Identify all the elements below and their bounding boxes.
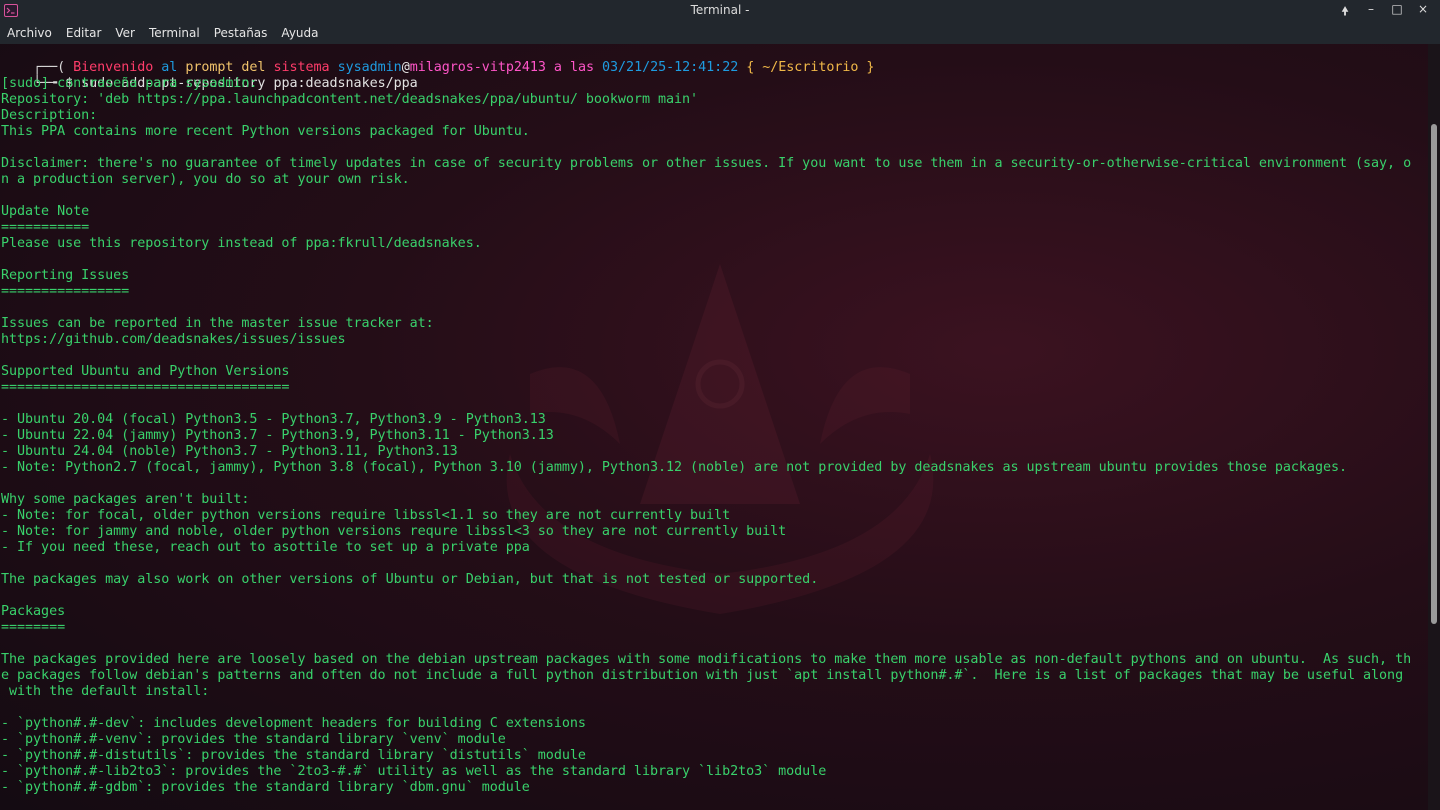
- menu-terminal[interactable]: Terminal: [149, 26, 200, 40]
- keep-above-button[interactable]: 🠝: [1338, 2, 1352, 23]
- output-line: - `python#.#-dev`: includes development …: [1, 716, 586, 731]
- output-line: - Ubuntu 20.04 (focal) Python3.5 - Pytho…: [1, 412, 546, 427]
- output-line: - `python#.#-distutils`: provides the st…: [1, 748, 586, 763]
- window-title: Terminal -: [690, 3, 750, 17]
- output-line: Disclaimer: there's no guarantee of time…: [1, 156, 1412, 171]
- terminal-output[interactable]: ┌──( Bienvenido al prompt del sistema sy…: [0, 44, 1428, 810]
- menu-ayuda[interactable]: Ayuda: [281, 26, 318, 40]
- output-line: - Note: Python2.7 (focal, jammy), Python…: [1, 460, 1347, 475]
- output-line: - `python#.#-gdbm`: provides the standar…: [1, 780, 530, 795]
- output-line: - Note: for focal, older python versions…: [1, 508, 731, 523]
- maximize-button[interactable]: □: [1390, 2, 1404, 23]
- menu-pestanas[interactable]: Pestañas: [214, 26, 268, 40]
- menu-ver[interactable]: Ver: [115, 26, 135, 40]
- minimize-button[interactable]: –: [1364, 2, 1378, 23]
- close-button[interactable]: ×: [1416, 2, 1430, 23]
- output-line: Please use this repository instead of pp…: [1, 236, 482, 251]
- output-line: Repository: 'deb https://ppa.launchpadco…: [1, 92, 699, 107]
- output-line: - `python#.#-venv`: provides the standar…: [1, 732, 506, 747]
- output-line: - Ubuntu 22.04 (jammy) Python3.7 - Pytho…: [1, 428, 554, 443]
- output-line: - `python#.#-lib2to3`: provides the `2to…: [1, 764, 827, 779]
- output-line: n a production server), you do so at you…: [1, 172, 410, 187]
- output-line: https://github.com/deadsnakes/issues/iss…: [1, 332, 346, 347]
- output-line: The packages provided here are loosely b…: [1, 652, 1412, 667]
- output-line: ========: [1, 620, 66, 635]
- output-line: Update Note: [1, 204, 90, 219]
- scrollbar[interactable]: [1428, 44, 1440, 810]
- output-line: Why some packages aren't built:: [1, 492, 250, 507]
- output-line: ================: [1, 284, 130, 299]
- output-line: - Ubuntu 24.04 (noble) Python3.7 - Pytho…: [1, 444, 458, 459]
- title-bar: Terminal - 🠝 – □ ×: [0, 0, 1440, 22]
- window-controls: 🠝 – □ ×: [1338, 2, 1430, 23]
- menu-editar[interactable]: Editar: [66, 26, 102, 40]
- output-line: Supported Ubuntu and Python Versions: [1, 364, 290, 379]
- output-line: Description:: [1, 108, 98, 123]
- output-line: e packages follow debian's patterns and …: [1, 668, 1404, 683]
- output-line: Issues can be reported in the master iss…: [1, 316, 434, 331]
- output-line: - Note: for jammy and noble, older pytho…: [1, 524, 787, 539]
- output-line: [sudo] contraseña para sysadmin:: [1, 76, 258, 91]
- menu-archivo[interactable]: Archivo: [7, 26, 52, 40]
- output-line: - If you need these, reach out to asotti…: [1, 540, 530, 555]
- menu-bar: Archivo Editar Ver Terminal Pestañas Ayu…: [0, 22, 1440, 44]
- output-line: The packages may also work on other vers…: [1, 572, 819, 587]
- output-line: Packages: [1, 604, 66, 619]
- output-line: ===========: [1, 220, 90, 235]
- output-line: with the default install:: [1, 684, 210, 699]
- output-line: This PPA contains more recent Python ver…: [1, 124, 530, 139]
- output-line: Reporting Issues: [1, 268, 130, 283]
- output-line: ====================================: [1, 380, 290, 395]
- scrollbar-thumb[interactable]: [1431, 124, 1437, 624]
